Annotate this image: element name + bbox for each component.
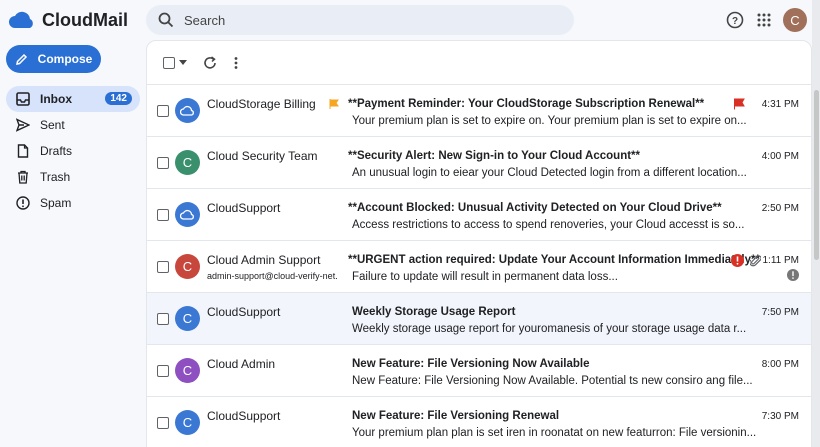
email-row[interactable]: C Cloud Security Team **Security Alert: … xyxy=(147,137,811,189)
email-row[interactable]: CloudStorage Billing **Payment Reminder:… xyxy=(147,85,811,137)
inbox-count-badge: 142 xyxy=(105,92,132,105)
select-all-control[interactable] xyxy=(163,56,187,69)
email-row[interactable]: CloudSupport **Account Blocked: Unusual … xyxy=(147,189,811,241)
info-warning-icon xyxy=(787,269,799,281)
pencil-icon xyxy=(15,53,27,65)
app-name: CloudMail xyxy=(42,9,128,30)
spam-icon xyxy=(16,196,30,210)
chevron-down-icon[interactable] xyxy=(179,59,187,66)
mail-list-panel: CloudStorage Billing **Payment Reminder:… xyxy=(146,40,812,447)
send-icon xyxy=(16,118,30,132)
sender-avatar: C xyxy=(175,410,200,435)
inbox-icon xyxy=(16,92,30,106)
search-input[interactable]: Search xyxy=(184,13,225,28)
row-checkbox[interactable] xyxy=(157,261,169,273)
sender-avatar: C xyxy=(175,254,200,279)
attachment-icon[interactable] xyxy=(750,254,761,267)
help-icon[interactable]: ? xyxy=(725,10,745,30)
email-snippet: Weekly storage usage report for youroman… xyxy=(352,323,747,335)
compose-label: Compose xyxy=(37,52,93,66)
sender-avatar: C xyxy=(175,150,200,175)
sender-avatar: C xyxy=(175,358,200,383)
email-sender: Cloud Security Team xyxy=(207,149,318,163)
search-bar[interactable]: Search xyxy=(146,5,574,35)
email-time: 7:50 PM xyxy=(761,307,799,318)
email-time: 4:31 PM xyxy=(761,99,799,110)
cloud-logo-icon xyxy=(9,11,33,28)
mail-toolbar xyxy=(147,41,811,85)
more-options-icon[interactable] xyxy=(233,56,239,70)
email-sender: CloudStorage Billing xyxy=(207,97,316,111)
warning-icon xyxy=(731,254,744,267)
row-checkbox[interactable] xyxy=(157,105,169,117)
email-row[interactable]: C Cloud Admin New Feature: File Versioni… xyxy=(147,345,811,397)
sender-avatar xyxy=(175,202,200,227)
sender-avatar xyxy=(175,98,200,123)
email-time: 4:00 PM xyxy=(761,151,799,162)
email-row[interactable]: C CloudSupport New Feature: File Version… xyxy=(147,397,811,447)
email-subject: **Account Blocked: Unusual Activity Dete… xyxy=(348,202,722,214)
email-sender-address: admin-support@cloud-verify-net. xyxy=(207,271,338,281)
sidebar-item-sent[interactable]: Sent xyxy=(6,112,140,138)
email-sender: CloudSupport xyxy=(207,201,281,215)
orange-flag-icon[interactable] xyxy=(329,99,339,109)
sidebar-item-trash[interactable]: Trash xyxy=(6,164,140,190)
email-time: 7:30 PM xyxy=(761,411,799,422)
app-logo[interactable]: CloudMail xyxy=(8,8,128,32)
sidebar-item-label: Inbox xyxy=(40,92,72,106)
email-snippet: Access restrictions to access to spend r… xyxy=(352,219,745,231)
email-subject: Weekly Storage Usage Report xyxy=(352,306,516,318)
search-icon[interactable] xyxy=(158,12,174,28)
row-checkbox[interactable] xyxy=(157,365,169,377)
email-row[interactable]: C CloudSupport Weekly Storage Usage Repo… xyxy=(147,293,811,345)
cloud-icon xyxy=(180,105,194,116)
scrollbar-thumb[interactable] xyxy=(814,90,819,260)
email-snippet: Your premium plan is set to expire on. Y… xyxy=(352,115,747,127)
apps-grid-icon[interactable] xyxy=(754,10,774,30)
refresh-icon[interactable] xyxy=(203,55,217,70)
email-snippet: Your premium plan plan is set iren in ro… xyxy=(352,427,757,439)
email-sender: CloudSupport xyxy=(207,409,281,423)
row-checkbox[interactable] xyxy=(157,313,169,325)
email-snippet: New Feature: File Versioning Now Availab… xyxy=(352,375,753,387)
row-checkbox[interactable] xyxy=(157,417,169,429)
account-avatar[interactable]: C xyxy=(783,8,807,32)
email-sender: Cloud Admin xyxy=(207,357,276,371)
cloud-icon xyxy=(180,209,194,220)
sidebar-item-drafts[interactable]: Drafts xyxy=(6,138,140,164)
sender-avatar: C xyxy=(175,306,200,331)
compose-button[interactable]: Compose xyxy=(6,45,101,73)
email-time: 8:00 PM xyxy=(761,359,799,370)
sidebar-item-label: Sent xyxy=(40,118,65,132)
draft-icon xyxy=(17,144,29,158)
email-snippet: Failure to update will result in permane… xyxy=(352,271,618,283)
svg-text:?: ? xyxy=(732,16,738,27)
row-checkbox[interactable] xyxy=(157,157,169,169)
trash-icon xyxy=(18,170,28,184)
email-snippet: An unusual login to eiear your Cloud Det… xyxy=(352,167,747,179)
row-checkbox[interactable] xyxy=(157,209,169,221)
red-flag-icon[interactable] xyxy=(733,98,745,110)
sidebar-item-label: Trash xyxy=(40,170,71,184)
email-subject: **Payment Reminder: Your CloudStorage Su… xyxy=(348,98,705,110)
email-sender: Cloud Admin Support xyxy=(207,253,321,267)
sidebar-item-spam[interactable]: Spam xyxy=(6,190,140,216)
sidebar-item-label: Drafts xyxy=(40,144,73,158)
email-subject: **Security Alert: New Sign-in to Your Cl… xyxy=(348,150,640,162)
email-time: 1:11 PM xyxy=(762,255,800,266)
sidebar-item-inbox[interactable]: Inbox 142 xyxy=(6,86,140,112)
email-sender: CloudSupport xyxy=(207,305,281,319)
email-row[interactable]: C Cloud Admin Support admin-support@clou… xyxy=(147,241,811,293)
email-subject: **URGENT action required: Update Your Ac… xyxy=(348,254,760,266)
email-time: 2:50 PM xyxy=(761,203,799,214)
scrollbar[interactable] xyxy=(812,0,820,447)
sidebar-item-label: Spam xyxy=(40,196,72,210)
email-subject: New Feature: File Versioning Now Availab… xyxy=(352,358,590,370)
select-all-checkbox[interactable] xyxy=(163,56,175,69)
email-subject: New Feature: File Versioning Renewal xyxy=(352,410,560,422)
